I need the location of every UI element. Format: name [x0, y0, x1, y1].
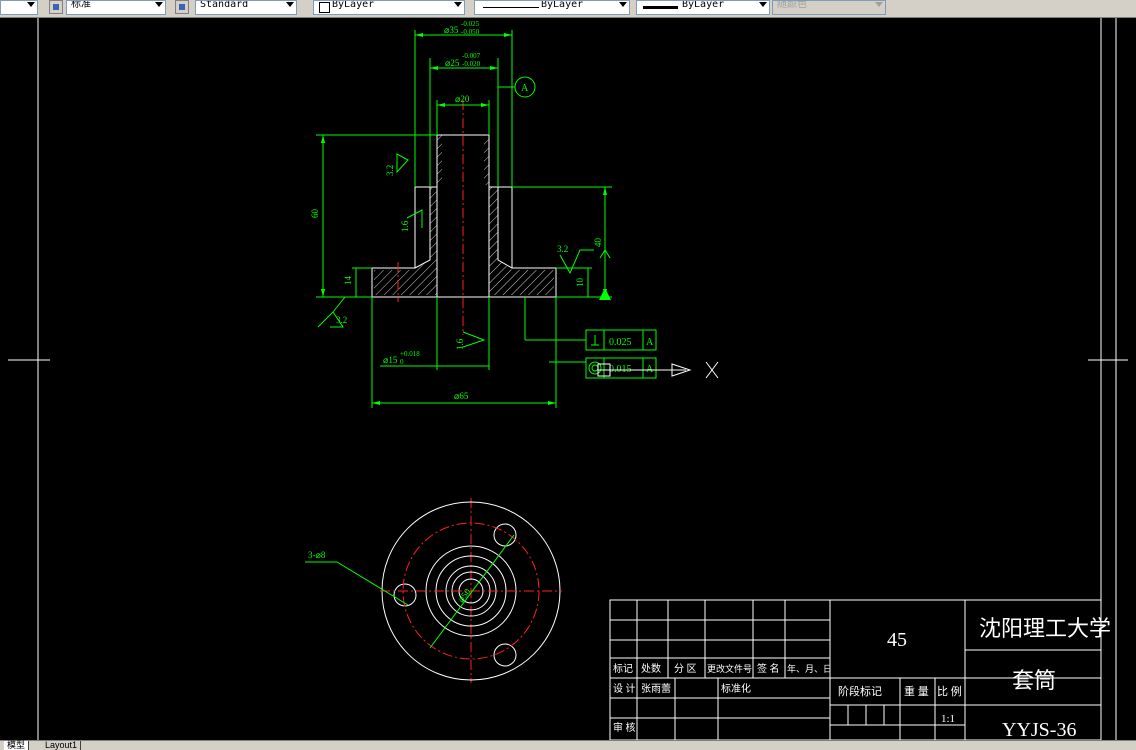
- dim-height-10: 10: [575, 278, 585, 288]
- part-name: 套筒: [1012, 668, 1056, 693]
- drawing-number: YYJS-36: [1002, 719, 1076, 740]
- roughness-1-6-b: 1.6: [455, 338, 465, 350]
- cad-drawing: A 0.025 A 0.015 A X Y ⌀35 -0.025 -0.050 …: [8, 18, 1128, 741]
- dim-d35: ⌀35: [444, 25, 459, 35]
- dim-d25-upper: -0.007: [462, 52, 481, 60]
- section-hatching: [374, 187, 554, 295]
- roughness-3-2-c: 3.2: [557, 244, 568, 254]
- dim-style-select[interactable]: Standard: [195, 0, 297, 15]
- drawing-frame: [8, 18, 1128, 740]
- standard-label: 标准化: [721, 682, 751, 695]
- linetype-preview-icon: [483, 7, 539, 8]
- linetype-select[interactable]: ByLayer: [474, 0, 630, 15]
- dim-height-14: 14: [343, 276, 353, 286]
- text-style-select[interactable]: 标准: [66, 0, 166, 15]
- header-sign: 签 名: [757, 662, 780, 675]
- plot-style-select: 随颜色: [772, 0, 886, 15]
- header-date: 年、月、日: [787, 663, 832, 674]
- dim-d25: ⌀25: [445, 58, 460, 68]
- design-label: 设 计: [613, 682, 636, 695]
- material-label: 45: [887, 629, 907, 651]
- properties-toolbar: 标准 Standard ByLayer ByLayer ByLayer 随颜色: [0, 0, 1136, 18]
- roughness-3-2-a: 3.2: [336, 315, 347, 325]
- text-style-icon[interactable]: [49, 0, 63, 14]
- dim-d15-lower: 0: [400, 358, 404, 366]
- dim-d15: ⌀15: [383, 355, 398, 365]
- school-name: 沈阳理工大学: [979, 616, 1111, 641]
- scale-value: 1:1: [941, 713, 955, 725]
- dim-holes: 3-⌀8: [308, 550, 326, 560]
- lineweight-preview-icon: [643, 6, 678, 9]
- dim-pcd: ⌀50: [456, 586, 473, 604]
- designer-name: 张雨蕾: [641, 682, 671, 695]
- dimension-lines: [316, 30, 612, 408]
- dim-height-60: 60: [310, 209, 320, 219]
- dim-d35-lower: -0.050: [461, 28, 480, 36]
- header-zone: 分 区: [674, 663, 697, 675]
- dim-d15-upper: +0.018: [400, 350, 420, 358]
- dim-d35-upper: -0.025: [461, 20, 480, 28]
- dim-height-40: 40: [593, 238, 603, 248]
- header-count: 处数: [641, 662, 661, 675]
- layer-color-select[interactable]: ByLayer: [313, 0, 465, 15]
- color-swatch-icon: [319, 2, 330, 13]
- dim-style-icon[interactable]: [175, 0, 189, 14]
- flatness-datum-ref: A: [646, 337, 654, 348]
- flatness-tolerance-value: 0.025: [609, 337, 632, 348]
- dim-d20: ⌀20: [455, 94, 470, 104]
- dim-arrows: [321, 33, 611, 405]
- header-mark: 标记: [613, 663, 633, 675]
- roughness-1-6-a: 1.6: [400, 220, 410, 232]
- scale-label: 比 例: [937, 684, 962, 698]
- stage-mark-label: 阶段标记: [838, 684, 882, 698]
- roughness-3-2-b: 3.2: [385, 165, 395, 176]
- header-doc: 更改文件号: [707, 663, 752, 674]
- dim-d65: ⌀65: [454, 391, 469, 401]
- check-label: 审 核: [613, 721, 636, 734]
- weight-label: 重 量: [904, 684, 929, 698]
- drawing-canvas[interactable]: A 0.025 A 0.015 A X Y ⌀35 -0.025 -0.050 …: [0, 18, 1136, 741]
- dropdown-arrow-left[interactable]: [0, 0, 38, 15]
- dim-d25-lower: -0.020: [462, 60, 481, 68]
- lineweight-select[interactable]: ByLayer: [636, 0, 770, 15]
- datum-label: A: [521, 83, 529, 94]
